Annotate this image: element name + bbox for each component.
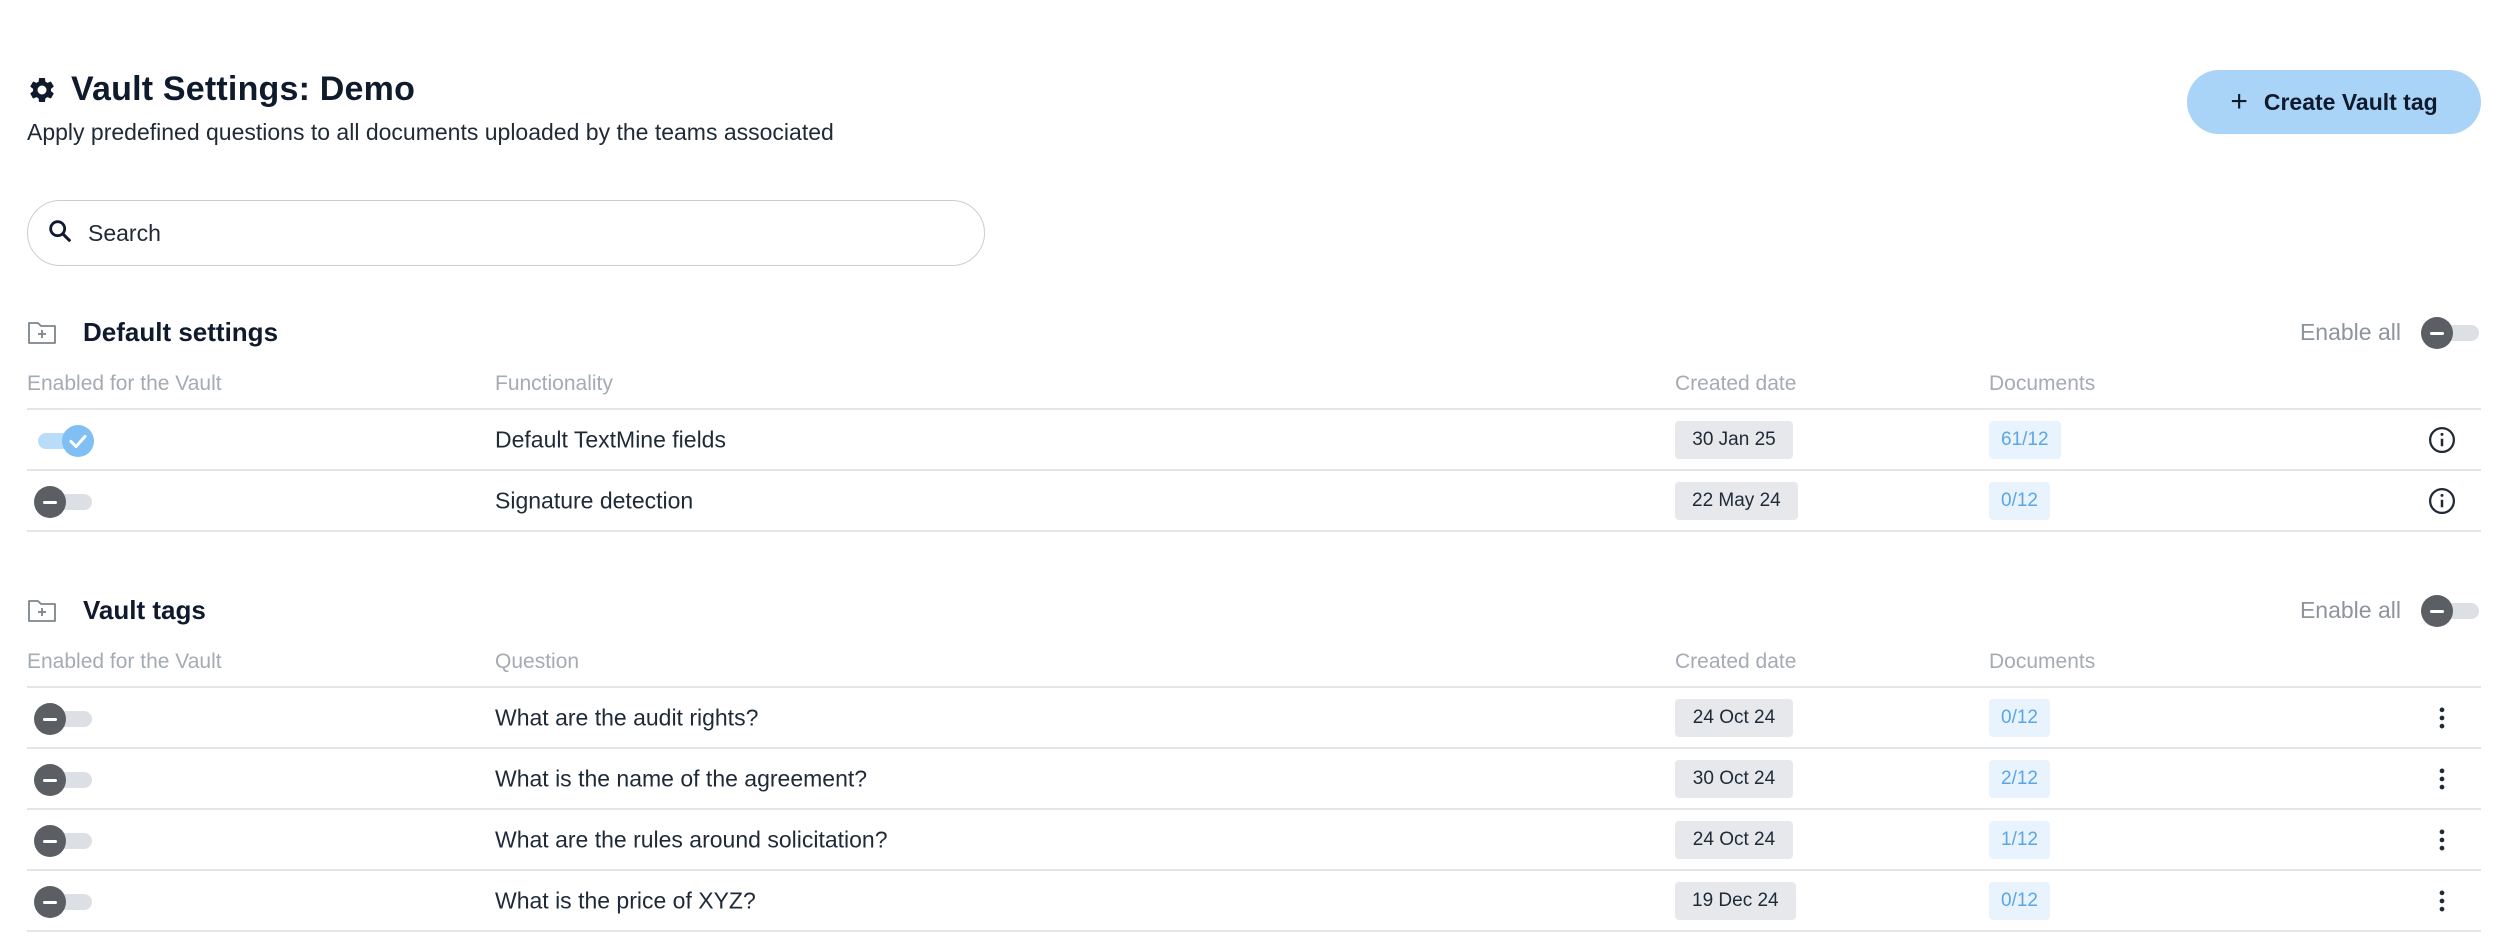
page-header: Vault Settings: Demo Apply predefined qu… <box>27 70 2481 160</box>
search-input[interactable] <box>88 219 908 247</box>
created-date-badge: 24 Oct 24 <box>1675 698 1793 737</box>
info-icon[interactable] <box>2427 486 2457 516</box>
created-date-badge: 30 Oct 24 <box>1675 759 1793 798</box>
enable-toggle[interactable] <box>34 762 94 796</box>
more-vertical-icon[interactable] <box>2427 886 2457 916</box>
vault-settings-page: Vault Settings: Demo Apply predefined qu… <box>0 0 2508 940</box>
column-header: Enabled for the Vault <box>27 372 222 395</box>
documents-count-badge: 2/12 <box>1989 759 2050 798</box>
column-header: Enabled for the Vault <box>27 650 222 673</box>
created-date-badge: 22 May 24 <box>1675 481 1798 520</box>
search-box[interactable] <box>27 200 985 266</box>
column-header: Created date <box>1675 372 1797 395</box>
table-row: What is the price of XYZ? 19 Dec 24 0/12 <box>27 871 2481 932</box>
documents-count-badge: 0/12 <box>1989 881 2050 920</box>
title-row: Vault Settings: Demo <box>27 70 2481 109</box>
page-subtitle: Apply predefined questions to all docume… <box>27 119 834 145</box>
default-settings-header: Default settings Enable all <box>27 310 2481 354</box>
table-row: What are the rules around solicitation? … <box>27 810 2481 871</box>
create-vault-tag-button[interactable]: + Create Vault tag <box>2187 70 2481 134</box>
table-row: Default TextMine fields 30 Jan 25 61/12 <box>27 410 2481 471</box>
enable-toggle[interactable] <box>34 823 94 857</box>
table-row: What are the audit rights? 24 Oct 24 0/1… <box>27 688 2481 749</box>
created-date-badge: 19 Dec 24 <box>1675 881 1796 920</box>
question-label: What is the name of the agreement? <box>495 765 868 791</box>
table-header: Enabled for the Vault Question Created d… <box>27 632 2481 688</box>
enable-toggle[interactable] <box>34 423 94 457</box>
enable-all-toggle[interactable] <box>2421 315 2481 349</box>
functionality-label: Signature detection <box>495 487 694 513</box>
enable-all-label: Enable all <box>2299 596 2401 623</box>
documents-count-badge: 0/12 <box>1989 698 2050 737</box>
documents-count-badge: 61/12 <box>1989 420 2061 459</box>
functionality-label: Default TextMine fields <box>495 426 726 452</box>
folder-add-icon <box>27 596 57 624</box>
more-vertical-icon[interactable] <box>2427 703 2457 733</box>
column-header: Question <box>495 650 580 673</box>
enable-all-label: Enable all <box>2299 318 2401 345</box>
table-row: What is the name of the agreement? 30 Oc… <box>27 749 2481 810</box>
section-title: Vault tags <box>83 594 206 625</box>
enable-toggle[interactable] <box>34 884 94 918</box>
documents-count-badge: 0/12 <box>1989 481 2050 520</box>
documents-count-badge: 1/12 <box>1989 820 2050 859</box>
table-row: Signature detection 22 May 24 0/12 <box>27 471 2481 532</box>
column-header: Functionality <box>495 372 613 395</box>
folder-add-icon <box>27 318 57 346</box>
column-header: Documents <box>1989 372 2096 395</box>
table-header: Enabled for the Vault Functionality Crea… <box>27 354 2481 410</box>
page-title: Vault Settings: Demo <box>71 70 416 108</box>
search-icon <box>46 217 74 250</box>
question-label: What are the rules around solicitation? <box>495 826 888 852</box>
more-vertical-icon[interactable] <box>2427 825 2457 855</box>
enable-toggle[interactable] <box>34 484 94 518</box>
column-header: Created date <box>1675 650 1797 673</box>
plus-icon: + <box>2230 85 2248 118</box>
default-settings-section: Default settings Enable all Enabled for … <box>27 310 2481 532</box>
question-label: What is the price of XYZ? <box>495 887 756 913</box>
enable-all-control: Enable all <box>2300 593 2481 627</box>
question-label: What are the audit rights? <box>495 704 759 730</box>
column-header: Documents <box>1989 650 2096 673</box>
enable-all-control: Enable all <box>2300 315 2481 349</box>
vault-tags-header: Vault tags Enable all <box>27 588 2481 632</box>
more-vertical-icon[interactable] <box>2427 764 2457 794</box>
gear-icon <box>27 75 57 105</box>
create-vault-tag-label: Create Vault tag <box>2263 88 2438 115</box>
info-icon[interactable] <box>2427 425 2457 455</box>
created-date-badge: 30 Jan 25 <box>1675 420 1793 459</box>
vault-tags-section: Vault tags Enable all Enabled for the Va… <box>27 588 2481 932</box>
enable-all-toggle[interactable] <box>2421 593 2481 627</box>
enable-toggle[interactable] <box>34 701 94 735</box>
section-title: Default settings <box>83 316 279 347</box>
created-date-badge: 24 Oct 24 <box>1675 820 1793 859</box>
